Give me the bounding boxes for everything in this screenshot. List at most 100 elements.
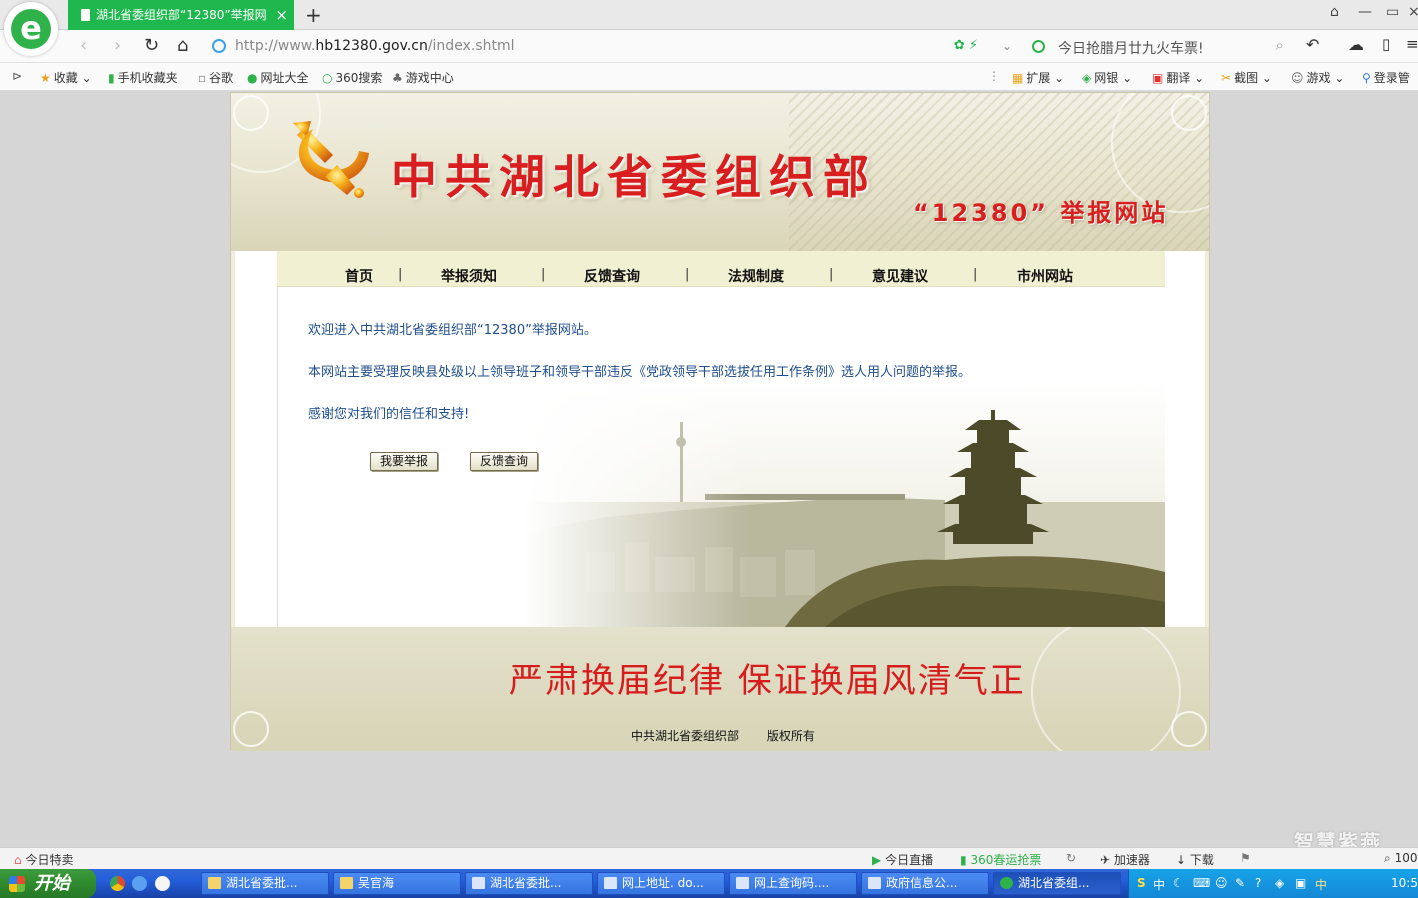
report-button[interactable]: 我要举报 bbox=[370, 452, 439, 471]
ext-screenshot[interactable]: ✂ 截图 ⌄ bbox=[1221, 69, 1272, 86]
shield-icon[interactable]: ◈ bbox=[1275, 876, 1284, 890]
ime-indicator[interactable]: 中 bbox=[1153, 876, 1165, 893]
content-area: 欢迎进入中共湖北省委组织部“12380”举报网站。 本网站主要受理反映县处级以上… bbox=[277, 287, 1165, 627]
moon-icon[interactable]: ☾ bbox=[1173, 876, 1184, 890]
site-banner: 中共湖北省委组织部 “12380” 举报网站 bbox=[231, 93, 1209, 251]
task-item[interactable]: 湖北省委批... bbox=[465, 872, 593, 895]
wrench-icon[interactable]: ✎ bbox=[1235, 876, 1245, 890]
fav-item-360search[interactable]: ○ 360搜索 bbox=[322, 69, 382, 86]
task-item[interactable]: 政府信息公... bbox=[861, 872, 989, 895]
refresh-icon[interactable]: ↻ bbox=[1066, 851, 1076, 865]
help-icon[interactable]: ? bbox=[1255, 876, 1261, 890]
translate-icon: ▣ bbox=[1152, 71, 1164, 85]
ext-extensions[interactable]: ▦ 扩展 ⌄ bbox=[1012, 69, 1064, 86]
sidebar-toggle-icon[interactable]: ⊳ bbox=[12, 69, 22, 83]
download-icon: ↓ bbox=[1176, 853, 1187, 867]
slogan-banner: 严肃换届纪律 保证换届风清气正 bbox=[509, 661, 1026, 701]
maximize-icon[interactable]: ▭ bbox=[1386, 4, 1399, 20]
menu-separator: | bbox=[541, 267, 546, 282]
cloud-icon[interactable]: ☁ bbox=[1348, 35, 1364, 54]
feedback-button[interactable]: 反馈查询 bbox=[470, 452, 539, 471]
speed-icon[interactable]: ✿ ⚡ bbox=[954, 38, 978, 53]
gamepad-icon: ☺ bbox=[1291, 71, 1304, 85]
tab-title: 湖北省委组织部“12380”举报网 bbox=[96, 8, 267, 22]
close-window-icon[interactable]: × bbox=[1408, 4, 1418, 20]
search-icon[interactable]: ⌕ bbox=[1276, 36, 1284, 54]
start-button[interactable]: 开始 bbox=[0, 869, 96, 898]
address-bar[interactable]: http://www.hb12380.gov.cn/index.shtml ✿ … bbox=[208, 34, 998, 59]
zoom-icon: ⌕ bbox=[1384, 851, 1391, 865]
skin-icon[interactable]: ⌂ bbox=[1330, 4, 1339, 20]
keyboard-icon[interactable]: ⌨ bbox=[1193, 876, 1210, 890]
play-icon: ▶ bbox=[872, 853, 882, 867]
flag-icon[interactable]: ⚑ bbox=[1240, 851, 1251, 865]
phone-icon[interactable]: ▯ bbox=[1382, 35, 1390, 53]
undo-icon[interactable]: ↶ bbox=[1306, 35, 1319, 54]
forward-icon[interactable]: › bbox=[114, 35, 121, 56]
home-icon[interactable]: ⌂ bbox=[177, 35, 188, 56]
downloads[interactable]: ↓ 下载 bbox=[1176, 851, 1214, 868]
daily-deals[interactable]: ⌂ 今日特卖 bbox=[14, 851, 73, 868]
task-item[interactable]: 吴官海 bbox=[333, 872, 461, 895]
user-icon[interactable]: ☺ bbox=[1215, 876, 1228, 890]
fav-item-collect[interactable]: ★ 收藏 ⌄ bbox=[40, 69, 92, 86]
back-icon[interactable]: ‹ bbox=[80, 35, 87, 56]
browser-logo[interactable]: e bbox=[4, 2, 58, 56]
search-box[interactable]: 今日抢腊月廿九火车票! ⌕ bbox=[1028, 34, 1290, 59]
more-icon[interactable]: ⋮ bbox=[988, 69, 1000, 83]
ime-icon[interactable]: 中 bbox=[1315, 876, 1327, 893]
gamepad-icon: ♣ bbox=[392, 71, 403, 85]
ext-bank[interactable]: ◈ 网银 ⌄ bbox=[1082, 69, 1132, 86]
fav-item-games[interactable]: ♣ 游戏中心 bbox=[392, 69, 454, 86]
rocket-icon: ✈ bbox=[1100, 853, 1111, 867]
live-today[interactable]: ▶ 今日直播 bbox=[872, 851, 933, 868]
menu-city-sites[interactable]: 市州网站 bbox=[1017, 266, 1073, 286]
menu-regulations[interactable]: 法规制度 bbox=[728, 266, 784, 286]
menu-separator: | bbox=[685, 267, 690, 282]
tab-strip: 湖北省委组织部“12380”举报网 × + ⌂ — ▭ × bbox=[0, 0, 1418, 30]
ext-login[interactable]: ⚲ 登录管 bbox=[1362, 69, 1410, 86]
favorites-bar: ⊳ ★ 收藏 ⌄ ▮ 手机收藏夹 ▫ 谷歌 ● 网址大全 ○ 360搜索 ♣ 游戏中心 ⋮ … bbox=[0, 63, 1418, 91]
chrome-icon[interactable] bbox=[110, 876, 125, 891]
task-item[interactable]: 网上查询码.... bbox=[729, 872, 857, 895]
menu-icon[interactable]: ≡ bbox=[1406, 35, 1418, 53]
minimize-icon[interactable]: — bbox=[1358, 4, 1372, 20]
menu-feedback[interactable]: 反馈查询 bbox=[584, 266, 640, 286]
task-item[interactable]: 网上地址. do... bbox=[597, 872, 725, 895]
menu-report-notice[interactable]: 举报须知 bbox=[441, 266, 497, 286]
grid-icon: ▦ bbox=[1012, 71, 1024, 85]
ie-icon[interactable] bbox=[132, 876, 147, 891]
shield-icon: ◈ bbox=[1082, 71, 1092, 85]
network-icon[interactable]: ▣ bbox=[1295, 876, 1306, 890]
footer-org: 中共湖北省委组织部 bbox=[631, 729, 740, 743]
zoom-level[interactable]: ⌕ 100 bbox=[1384, 851, 1417, 866]
main-area: 首页 | 举报须知 | 反馈查询 | 法规制度 | 意见建议 | 市州网站 欢迎… bbox=[235, 251, 1205, 627]
ticket-grab[interactable]: ▮ 360春运抢票 bbox=[960, 851, 1041, 868]
ext-games[interactable]: ☺ 游戏 ⌄ bbox=[1291, 69, 1344, 86]
menu-suggestions[interactable]: 意见建议 bbox=[872, 266, 928, 286]
media-player-icon[interactable] bbox=[155, 876, 170, 891]
reload-icon[interactable]: ↻ bbox=[144, 35, 159, 56]
system-tray: S 中 ☾ ⌨ ☺ ✎ ? ◈ ▣ 中 10:5 bbox=[1128, 869, 1418, 898]
ext-translate[interactable]: ▣ 翻译 ⌄ bbox=[1152, 69, 1204, 86]
fav-item-mobile[interactable]: ▮ 手机收藏夹 bbox=[108, 69, 178, 86]
fav-item-google[interactable]: ▫ 谷歌 bbox=[198, 69, 233, 86]
active-tab[interactable]: 湖北省委组织部“12380”举报网 × bbox=[68, 0, 294, 30]
task-item-active[interactable]: 湖北省委组... bbox=[993, 872, 1121, 895]
task-item[interactable]: 湖北省委批... bbox=[201, 872, 329, 895]
close-tab-icon[interactable]: × bbox=[275, 0, 288, 30]
word-icon bbox=[736, 877, 749, 889]
accelerator[interactable]: ✈ 加速器 bbox=[1100, 851, 1150, 868]
search-input[interactable]: 今日抢腊月廿九火车票! bbox=[1058, 38, 1204, 58]
sogou-icon[interactable]: S bbox=[1137, 876, 1146, 890]
search-engine-icon bbox=[1032, 40, 1045, 53]
copyright: 中共湖北省委组织部 版权所有 bbox=[631, 727, 815, 744]
chevron-down-icon[interactable]: ⌄ bbox=[1002, 39, 1012, 53]
new-tab-button[interactable]: + bbox=[305, 3, 322, 27]
footer-rights: 版权所有 bbox=[766, 729, 815, 743]
windows-taskbar: 开始 湖北省委批... 吴官海 湖北省委批... 网上地址. do... 网上查… bbox=[0, 869, 1418, 898]
menu-home[interactable]: 首页 bbox=[345, 266, 373, 286]
yellow-crane-tower-image bbox=[525, 382, 1165, 627]
page-viewport: 中共湖北省委组织部 “12380” 举报网站 首页 | 举报须知 | 反馈查询 … bbox=[0, 92, 1418, 847]
fav-item-hao[interactable]: ● 网址大全 bbox=[247, 69, 309, 86]
